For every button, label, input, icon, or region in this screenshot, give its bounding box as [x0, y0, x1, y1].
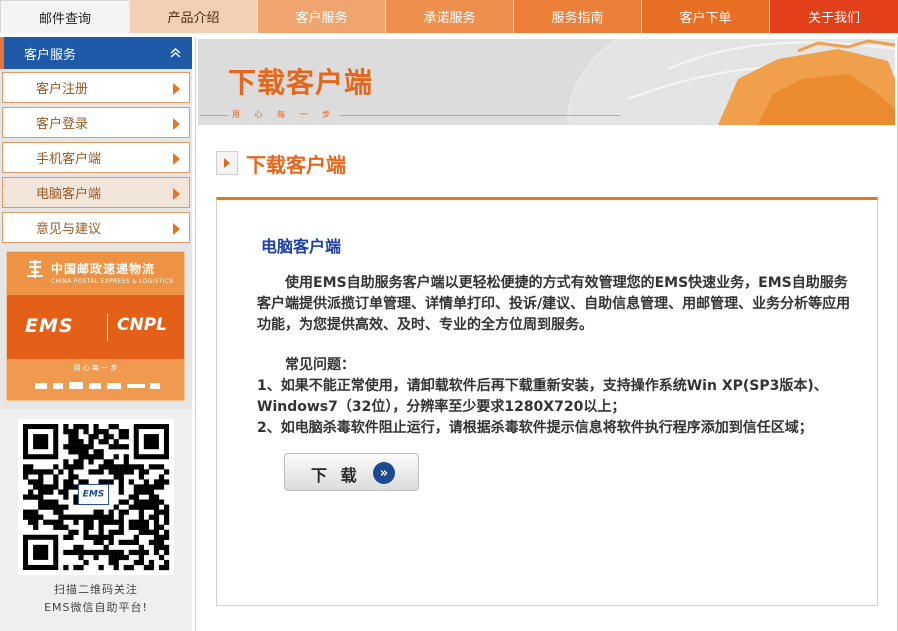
page-title: 下载客户端 [246, 152, 346, 177]
sidebar-item-label: 客户注册 [36, 82, 89, 97]
sidebar-item-register[interactable]: 客户注册 [2, 72, 190, 103]
banner-slogan: 用 心 每 一 步 [73, 364, 118, 372]
top-nav: 邮件查询 产品介绍 客户服务 承诺服务 服务指南 客户下单 关于我们 [0, 0, 898, 33]
sidebar-item-label: 意见与建议 [36, 222, 102, 237]
tab-about-us[interactable]: 关于我们 [770, 0, 898, 33]
sidebar-item-feedback[interactable]: 意见与建议 [2, 212, 190, 243]
arrow-right-icon [216, 151, 238, 175]
banner-slogan-area: 用 心 每 一 步 [7, 359, 184, 400]
cnpl-logo: CNPL [117, 315, 167, 335]
sidebar: 客户服务 客户注册 客户登录 手机客户端 电脑客户端 意见与建议 中国邮政速递物… [0, 37, 192, 631]
china-post-name: 中国邮政速递物流 [51, 262, 156, 276]
sidebar-item-mobile-client[interactable]: 手机客户端 [2, 142, 190, 173]
tab-promise-service[interactable]: 承诺服务 [386, 0, 514, 33]
sidebar-item-label: 电脑客户端 [36, 187, 102, 202]
hero-banner: 下载客户端 用 心 每 一 步 [198, 39, 895, 125]
faq-heading: 常见问题： [285, 357, 355, 373]
sidebar-item-pc-client[interactable]: 电脑客户端 [2, 177, 190, 208]
sidebar-header-label: 客户服务 [24, 47, 77, 63]
qr-panel: EMS 扫描二维码关注 EMS微信自助平台! [0, 409, 192, 631]
faq-item-1: 1、如果不能正常使用，请卸载软件后再下载重新安装，支持操作系统Win XP(SP… [257, 378, 828, 415]
collapse-chevron-icon[interactable] [169, 46, 182, 59]
download-button[interactable]: 下 载 » [284, 453, 419, 491]
page-heading: 下载客户端 [216, 149, 346, 177]
tab-place-order[interactable]: 客户下单 [642, 0, 770, 33]
ems-logo: EMS [25, 315, 74, 337]
qr-caption-line2: EMS微信自助平台! [44, 601, 148, 614]
hero-title: 下载客户端 [228, 66, 374, 99]
sidebar-item-label: 手机客户端 [36, 152, 102, 167]
ems-banner[interactable]: 中国邮政速递物流 CHINA POSTAL EXPRESS & LOGISTIC… [6, 251, 185, 401]
tab-mail-query[interactable]: 邮件查询 [0, 0, 130, 33]
sidebar-item-login[interactable]: 客户登录 [2, 107, 190, 138]
download-button-label: 下 载 [311, 466, 361, 485]
logo-divider [107, 313, 108, 341]
intro-paragraph: 使用EMS自助服务客户端以更轻松便捷的方式有效管理您的EMS快速业务，EMS自助… [257, 275, 851, 333]
ems-logo-area: EMS CNPL [7, 295, 184, 359]
qr-caption-line1: 扫描二维码关注 [54, 583, 138, 596]
double-chevron-right-icon: » [373, 462, 395, 484]
sidebar-header[interactable]: 客户服务 [0, 37, 192, 69]
arrow-right-icon [173, 223, 180, 235]
svg-text:EMS: EMS [83, 489, 105, 499]
tab-service-guide[interactable]: 服务指南 [514, 0, 642, 33]
qr-code: EMS [18, 419, 174, 575]
main-content: 下载客户端 用 心 每 一 步 下载客户端 电脑客户端 使用EMS自助服务客户端… [195, 37, 898, 631]
hero-slogan: 用 心 每 一 步 [228, 109, 341, 120]
china-post-logo-area: 中国邮政速递物流 CHINA POSTAL EXPRESS & LOGISTIC… [7, 252, 184, 295]
tab-products[interactable]: 产品介绍 [130, 0, 258, 33]
arrow-right-icon [173, 83, 180, 95]
section-subtitle: 电脑客户端 [261, 237, 342, 256]
hero-slogan-area: 用 心 每 一 步 [200, 109, 620, 121]
sidebar-item-label: 客户登录 [36, 117, 89, 132]
faq-item-2: 2、如电脑杀毒软件阻止运行，请根据杀毒软件提示信息将软件执行程序添加到信任区域； [257, 420, 813, 436]
arrow-right-icon [173, 188, 180, 200]
arrow-right-icon [173, 153, 180, 165]
tab-customer-service[interactable]: 客户服务 [258, 0, 386, 33]
china-post-en-name: CHINA POSTAL EXPRESS & LOGISTICS [51, 278, 174, 285]
content-panel: 电脑客户端 使用EMS自助服务客户端以更轻松便捷的方式有效管理您的EMS快速业务… [216, 197, 878, 606]
arrow-right-icon [173, 118, 180, 130]
transport-icons [35, 382, 160, 389]
qr-code-icon: EMS [23, 424, 170, 571]
